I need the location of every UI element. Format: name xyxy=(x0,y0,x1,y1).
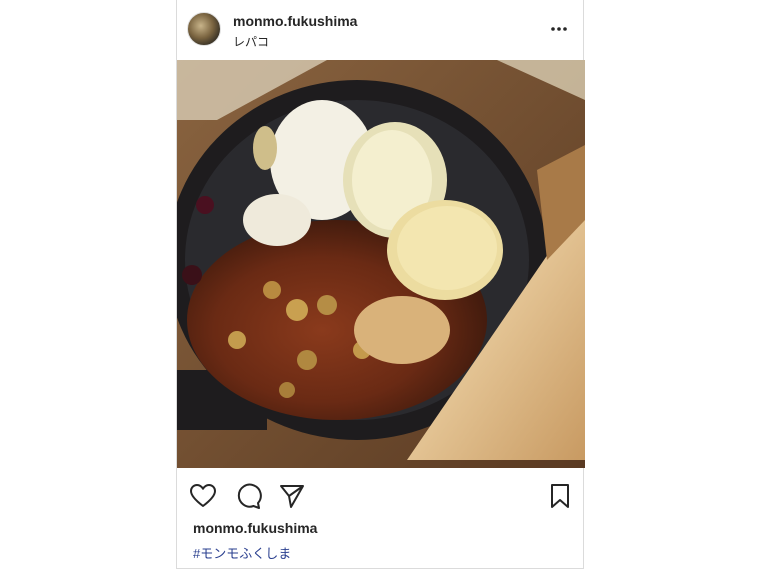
post-header: monmo.fukushima レパコ xyxy=(177,0,583,60)
post-actions-bar xyxy=(177,478,583,514)
comment-icon[interactable] xyxy=(234,482,262,510)
post-photo[interactable] xyxy=(177,60,585,468)
instagram-post-card: monmo.fukushima レパコ monmo.fukushima #モンモ… xyxy=(176,0,585,569)
bookmark-icon[interactable] xyxy=(546,482,574,510)
post-username[interactable]: monmo.fukushima xyxy=(233,13,357,29)
caption-hashtag[interactable]: #モンモふくしま xyxy=(193,543,291,562)
paper-plane-icon[interactable] xyxy=(278,482,306,510)
heart-icon[interactable] xyxy=(189,482,217,510)
caption-username[interactable]: monmo.fukushima xyxy=(193,520,317,536)
profile-avatar[interactable] xyxy=(187,12,221,46)
more-options-icon[interactable] xyxy=(549,22,569,36)
post-location[interactable]: レパコ xyxy=(233,33,269,50)
